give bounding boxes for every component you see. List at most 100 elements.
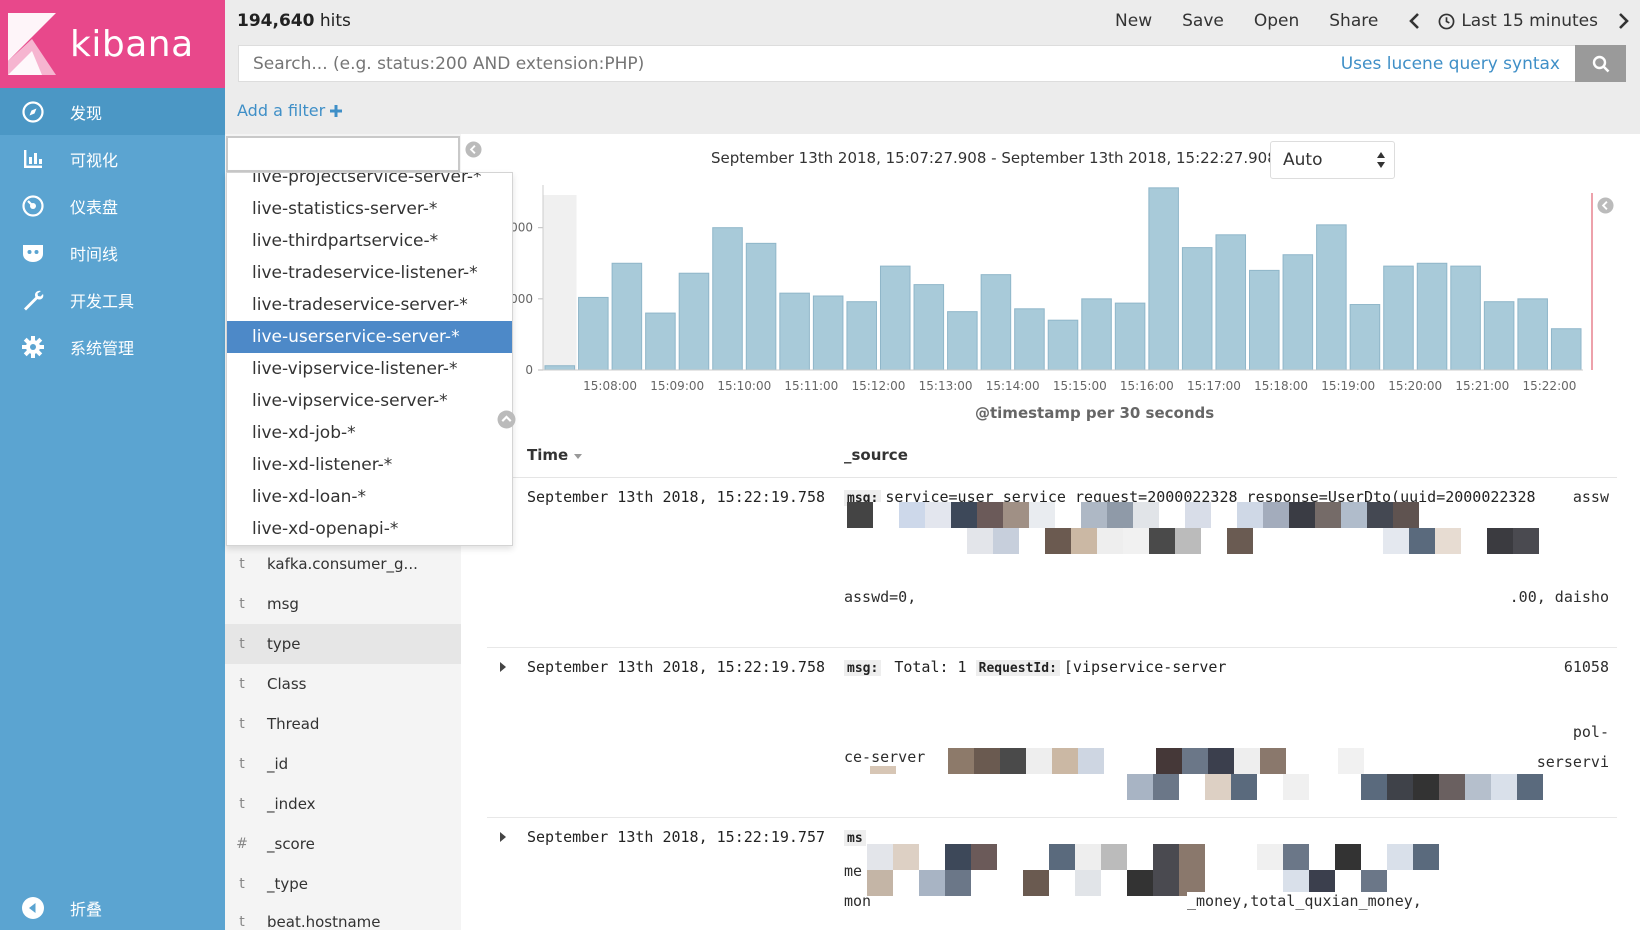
field-type-icon: t [239, 914, 245, 930]
index-pattern-search-input[interactable] [226, 136, 460, 172]
field-item[interactable]: t _index [225, 784, 461, 824]
field-type-icon: t [239, 796, 245, 812]
index-collapse-button[interactable] [465, 141, 482, 158]
histogram-bar[interactable] [1249, 269, 1280, 371]
histogram-bar[interactable] [645, 312, 676, 371]
row-time: September 13th 2018, 15:22:19.757 [527, 828, 826, 846]
field-item[interactable]: t beat.hostname [225, 902, 461, 930]
index-option[interactable]: live-projectservice-server-* [227, 173, 512, 193]
index-option[interactable]: live-xd-openapi-* [227, 513, 512, 545]
request-id-value: [vipservice-server [1063, 658, 1227, 676]
histogram-bar[interactable] [1282, 254, 1314, 371]
histogram-bar[interactable] [611, 262, 643, 371]
histogram-bar[interactable] [1081, 298, 1112, 371]
pixelated-redaction [867, 844, 1439, 870]
chevron-left-circle-icon [1597, 197, 1614, 214]
field-item[interactable]: t _id [225, 744, 461, 784]
field-item[interactable]: t Class [225, 664, 461, 704]
field-name: Class [267, 675, 307, 693]
histogram-bar[interactable] [1349, 304, 1381, 371]
column-time-label: Time [527, 446, 569, 464]
histogram-bar[interactable] [678, 272, 710, 371]
expand-row-toggle[interactable] [499, 832, 507, 842]
x-tick-label: 15:20:00 [1388, 379, 1442, 393]
histogram-bar[interactable] [544, 365, 576, 371]
field-name: kafka.consumer_g... [267, 555, 418, 573]
collapse-label: 折叠 [70, 899, 103, 919]
pixelated-redaction [1127, 774, 1640, 800]
expand-row-toggle[interactable] [499, 662, 507, 672]
field-name: _type [267, 875, 309, 893]
index-option[interactable]: live-xd-listener-* [227, 449, 512, 481]
histogram-bar[interactable] [1483, 301, 1515, 371]
index-option[interactable]: live-tradeservice-server-* [227, 289, 512, 321]
chart-collapse-button[interactable] [1597, 197, 1614, 214]
collapse-sidebar-button[interactable]: 折叠 [0, 885, 225, 930]
chart-bars [544, 187, 1582, 371]
index-pattern-dropdown: live-projectservice-server-* live-statis… [226, 172, 513, 546]
chevron-up-circle-icon [497, 410, 516, 429]
field-type-icon: t [239, 556, 245, 572]
histogram-bar[interactable] [779, 292, 810, 371]
field-item[interactable]: # _score [225, 824, 461, 864]
field-name: Thread [267, 715, 320, 733]
histogram-bar[interactable] [712, 227, 743, 371]
field-name: _id [267, 755, 289, 773]
histogram-bar[interactable] [1114, 302, 1146, 371]
x-tick-label: 15:18:00 [1254, 379, 1308, 393]
histogram-bar[interactable] [1383, 265, 1414, 371]
histogram-bar[interactable] [846, 301, 877, 371]
table-row[interactable]: September 13th 2018, 15:22:19.757 ms me … [487, 818, 1617, 930]
index-option[interactable]: live-tradeservice-listener-* [227, 257, 512, 289]
index-option[interactable]: live-thirdpartservice-* [227, 225, 512, 257]
index-option[interactable]: live-xd-job-* [227, 417, 512, 449]
field-item[interactable]: t msg [225, 584, 461, 624]
column-time[interactable]: Time [527, 446, 583, 464]
histogram-bar[interactable] [1047, 319, 1079, 371]
histogram-bar[interactable] [947, 311, 978, 371]
field-item[interactable]: t kafka.consumer_g... [225, 544, 461, 584]
index-option[interactable]: live-vipservice-listener-* [227, 353, 512, 385]
pixelated-redaction [847, 502, 1419, 528]
field-item[interactable]: t type [225, 624, 461, 664]
histogram-bar[interactable] [1517, 298, 1548, 371]
histogram-bar[interactable] [1014, 308, 1045, 371]
histogram-bar[interactable] [1181, 247, 1213, 371]
caret-right-icon [500, 662, 506, 672]
histogram-bar[interactable] [980, 274, 1012, 371]
x-tick-label: 15:13:00 [919, 379, 973, 393]
source-tail: assw [1572, 488, 1609, 506]
histogram-bar[interactable] [879, 265, 911, 371]
histogram-bar[interactable] [1215, 234, 1247, 371]
field-type-icon: t [239, 876, 245, 892]
field-type-icon: t [239, 756, 245, 772]
dropdown-scroll-up-button[interactable] [497, 410, 516, 429]
index-option[interactable]: live-xd-loan-* [227, 481, 512, 513]
table-row[interactable]: September 13th 2018, 15:22:19.758 msg: T… [487, 648, 1640, 818]
field-name: type [267, 635, 301, 653]
histogram-bar[interactable] [1550, 328, 1582, 371]
index-option[interactable]: live-statistics-server-* [227, 193, 512, 225]
field-item[interactable]: t Thread [225, 704, 461, 744]
histogram-bar[interactable] [1416, 262, 1448, 371]
index-option-selected[interactable]: live-userservice-server-* [227, 321, 512, 353]
table-row[interactable]: September 13th 2018, 15:22:19.758 msg: se… [487, 478, 1617, 648]
field-name: beat.hostname [267, 913, 381, 930]
histogram-bar[interactable] [812, 295, 844, 371]
index-option[interactable]: live-vipservice-server-* [227, 385, 512, 417]
histogram-bar[interactable] [1450, 265, 1481, 371]
histogram-bar[interactable] [578, 296, 609, 371]
pixelated-redaction [967, 528, 1539, 554]
source-field-tag: msg: [844, 660, 882, 676]
chevron-left-circle-icon [18, 893, 48, 923]
histogram-bar[interactable] [1148, 187, 1179, 371]
row-source: msg: Total: 1 RequestId: [vipservice-serv… [844, 658, 1614, 676]
histogram-bar[interactable] [745, 242, 777, 371]
x-tick-label: 15:08:00 [583, 379, 637, 393]
histogram-bar[interactable] [913, 284, 945, 371]
source-line: .00, daisho [1509, 588, 1609, 606]
pixelated-redaction [844, 748, 1416, 774]
histogram-bar[interactable] [1316, 224, 1347, 371]
field-item[interactable]: t _type [225, 864, 461, 904]
y-tick-label: 0 [525, 363, 533, 377]
